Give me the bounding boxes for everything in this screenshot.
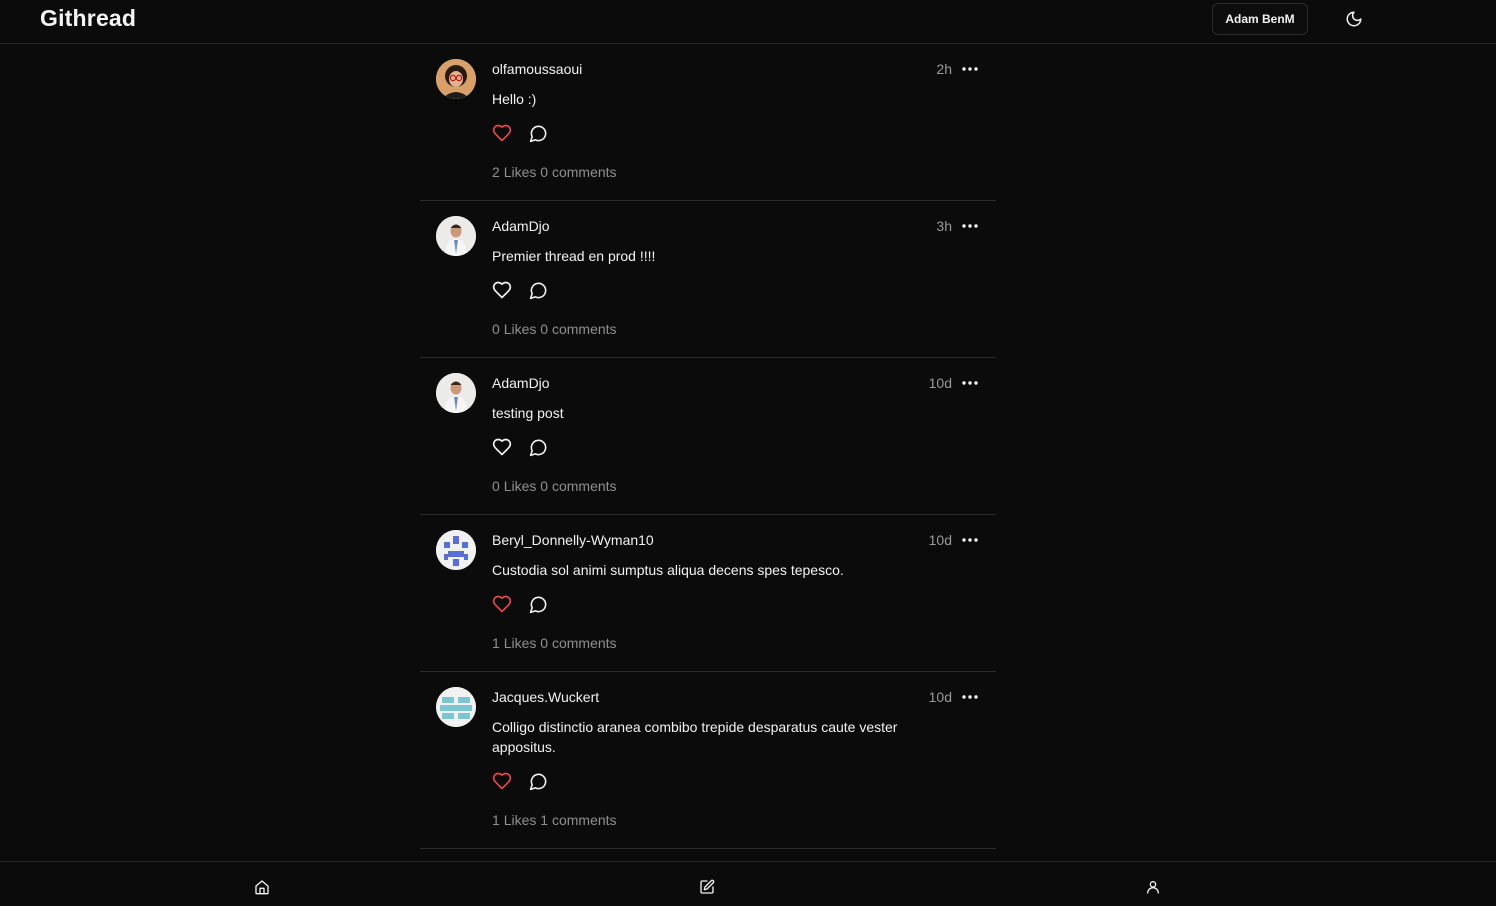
post-stats: 0 Likes 0 comments bbox=[492, 478, 617, 494]
avatar[interactable] bbox=[436, 373, 476, 413]
post-text: testing post bbox=[492, 405, 564, 421]
heart-icon bbox=[492, 124, 512, 142]
more-options-button[interactable] bbox=[960, 687, 980, 707]
heart-icon bbox=[492, 595, 512, 613]
like-button[interactable] bbox=[492, 280, 512, 300]
like-label: Likes bbox=[503, 635, 537, 651]
like-button[interactable] bbox=[492, 771, 512, 791]
post-stats: 0 Likes 0 comments bbox=[492, 321, 617, 337]
comment-count: 0 bbox=[540, 478, 549, 494]
post-text: Custodia sol animi sumptus aliqua decens… bbox=[492, 562, 844, 578]
like-button[interactable] bbox=[492, 123, 512, 143]
thread-post: AdamDjo 3h Premier thread en prod !!!! 0… bbox=[420, 201, 996, 358]
heart-icon bbox=[492, 438, 512, 456]
comment-icon bbox=[529, 125, 546, 142]
post-text: Colligo distinctio aranea combibo trepid… bbox=[492, 719, 898, 755]
comment-count: 0 bbox=[540, 321, 549, 337]
more-options-button[interactable] bbox=[960, 373, 980, 393]
avatar[interactable] bbox=[436, 687, 476, 727]
post-username[interactable]: olfamoussaoui bbox=[492, 61, 582, 77]
like-count: 0 bbox=[492, 478, 500, 494]
comment-label: comments bbox=[551, 812, 617, 828]
more-options-button[interactable] bbox=[960, 216, 980, 236]
post-time: 2h bbox=[936, 61, 952, 77]
comment-icon bbox=[529, 439, 546, 456]
comment-button[interactable] bbox=[528, 594, 548, 614]
comment-button[interactable] bbox=[528, 280, 548, 300]
like-button[interactable] bbox=[492, 594, 512, 614]
user-icon bbox=[1147, 881, 1159, 894]
comment-label: comments bbox=[551, 321, 617, 337]
comment-label: comments bbox=[551, 164, 617, 180]
post-time: 10d bbox=[928, 375, 952, 391]
like-label: Likes bbox=[503, 164, 537, 180]
thread-post: Beryl_Donnelly-Wyman10 10d Custodia sol … bbox=[420, 515, 996, 672]
post-text: Hello :) bbox=[492, 91, 537, 107]
like-count: 2 bbox=[492, 164, 500, 180]
more-horizontal-icon bbox=[962, 67, 978, 71]
more-options-button[interactable] bbox=[960, 59, 980, 79]
app-logo[interactable]: Githread bbox=[40, 5, 136, 32]
like-label: Likes bbox=[503, 321, 537, 337]
thread-post: AdamDjo 10d testing post 0 Likes 0 comme… bbox=[420, 358, 996, 515]
comment-button[interactable] bbox=[528, 123, 548, 143]
nav-profile-button[interactable] bbox=[1144, 878, 1162, 896]
comment-button[interactable] bbox=[528, 437, 548, 457]
like-count: 1 bbox=[492, 635, 500, 651]
comment-button[interactable] bbox=[528, 771, 548, 791]
post-stats: 2 Likes 0 comments bbox=[492, 164, 617, 180]
avatar[interactable] bbox=[436, 216, 476, 256]
heart-icon bbox=[492, 281, 512, 299]
more-options-button[interactable] bbox=[960, 530, 980, 550]
post-actions bbox=[492, 280, 548, 300]
thread-post: olfamoussaoui 2h Hello :) 2 Likes 0 comm… bbox=[420, 44, 996, 201]
post-actions bbox=[492, 771, 548, 791]
thread-post: Jacques.Wuckert 10d Colligo distinctio a… bbox=[420, 672, 996, 849]
post-stats: 1 Likes 1 comments bbox=[492, 812, 617, 828]
post-username[interactable]: Beryl_Donnelly-Wyman10 bbox=[492, 532, 654, 548]
like-count: 0 bbox=[492, 321, 500, 337]
heart-icon bbox=[492, 772, 512, 790]
like-label: Likes bbox=[503, 812, 537, 828]
comment-count: 0 bbox=[540, 164, 549, 180]
post-actions bbox=[492, 437, 548, 457]
user-menu-button[interactable]: Adam BenM bbox=[1212, 3, 1308, 35]
edit-icon bbox=[700, 879, 715, 894]
post-stats: 1 Likes 0 comments bbox=[492, 635, 617, 651]
post-username[interactable]: Jacques.Wuckert bbox=[492, 689, 599, 705]
post-time: 10d bbox=[928, 689, 952, 705]
more-horizontal-icon bbox=[962, 538, 978, 542]
thread-feed: olfamoussaoui 2h Hello :) 2 Likes 0 comm… bbox=[420, 44, 996, 849]
post-actions bbox=[492, 123, 548, 143]
comment-icon bbox=[529, 282, 546, 299]
more-horizontal-icon bbox=[962, 224, 978, 228]
more-horizontal-icon bbox=[962, 695, 978, 699]
post-time: 10d bbox=[928, 532, 952, 548]
post-username[interactable]: AdamDjo bbox=[492, 218, 550, 234]
post-actions bbox=[492, 594, 548, 614]
post-text: Premier thread en prod !!!! bbox=[492, 248, 656, 264]
theme-toggle-button[interactable] bbox=[1342, 7, 1366, 31]
comment-label: comments bbox=[551, 635, 617, 651]
comment-icon bbox=[529, 773, 546, 790]
moon-icon bbox=[1346, 11, 1362, 27]
comment-count: 0 bbox=[540, 635, 549, 651]
avatar[interactable] bbox=[436, 530, 476, 570]
like-button[interactable] bbox=[492, 437, 512, 457]
bottom-nav bbox=[0, 861, 1496, 906]
more-horizontal-icon bbox=[962, 381, 978, 385]
like-label: Likes bbox=[503, 478, 537, 494]
nav-home-button[interactable] bbox=[253, 878, 271, 896]
comment-count: 1 bbox=[540, 812, 549, 828]
comment-label: comments bbox=[551, 478, 617, 494]
top-bar: Githread Adam BenM bbox=[0, 0, 1496, 44]
post-time: 3h bbox=[936, 218, 952, 234]
comment-icon bbox=[529, 596, 546, 613]
nav-new-thread-button[interactable] bbox=[698, 878, 716, 896]
home-icon bbox=[255, 880, 269, 895]
avatar[interactable] bbox=[436, 59, 476, 99]
like-count: 1 bbox=[492, 812, 500, 828]
post-username[interactable]: AdamDjo bbox=[492, 375, 550, 391]
